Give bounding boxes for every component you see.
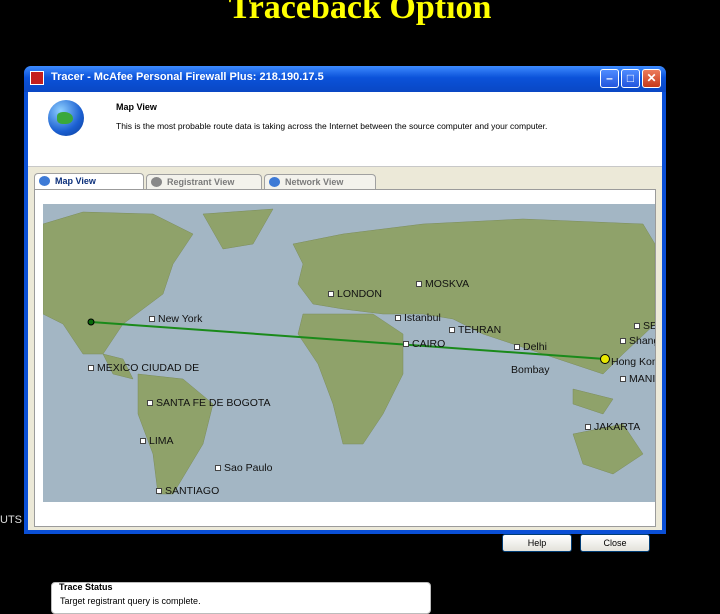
tab-registrant-view[interactable]: Registrant View (146, 174, 262, 189)
tab-label: Registrant View (167, 177, 235, 187)
city-label: SANTIAGO (156, 485, 219, 497)
view-header: Map View This is the most probable route… (28, 92, 662, 167)
help-button[interactable]: Help (502, 534, 572, 552)
world-map[interactable]: LONDON MOSKVA New York Istanbul TEHRAN S… (43, 204, 655, 502)
city-label: Hong Kon (611, 356, 655, 368)
header-description: This is the most probable route data is … (116, 121, 548, 131)
window-client: Map View This is the most probable route… (28, 92, 662, 614)
close-button[interactable]: Close (580, 534, 650, 552)
app-icon (30, 71, 44, 85)
city-label: SE (634, 320, 655, 332)
minimize-icon[interactable]: – (600, 69, 619, 88)
window-title: Tracer - McAfee Personal Firewall Plus: … (51, 71, 324, 83)
city-label: New York (149, 313, 202, 325)
network-view-tab-icon (269, 177, 280, 187)
trace-status-title: Trace Status (59, 582, 113, 592)
city-label: Shang (620, 335, 655, 347)
header-title: Map View (116, 102, 157, 112)
slide-title: Traceback Option (228, 0, 492, 26)
city-label: CAIRO (403, 338, 445, 350)
map-view-tab-icon (39, 176, 50, 186)
globe-icon (48, 100, 84, 136)
tab-map-view[interactable]: Map View (34, 173, 144, 190)
side-text: UTS (0, 514, 22, 526)
city-label: Sao Paulo (215, 462, 272, 474)
map-panel: LONDON MOSKVA New York Istanbul TEHRAN S… (34, 189, 656, 614)
tab-network-view[interactable]: Network View (264, 174, 376, 189)
tab-bar: Map View Registrant View Network View (34, 173, 654, 190)
city-label: Delhi (514, 341, 547, 353)
city-label: LONDON (328, 288, 382, 300)
city-label: Bombay (511, 364, 550, 376)
tab-label: Map View (55, 176, 96, 186)
route-end-point[interactable] (600, 354, 610, 364)
city-label: TEHRAN (449, 324, 501, 336)
close-icon[interactable]: ✕ (642, 69, 661, 88)
title-bar[interactable]: Tracer - McAfee Personal Firewall Plus: … (24, 66, 666, 92)
route-start-point[interactable] (87, 318, 95, 326)
maximize-icon[interactable]: □ (621, 69, 640, 88)
registrant-view-tab-icon (151, 177, 162, 187)
city-label: LIMA (140, 435, 174, 447)
trace-status-message: Target registrant query is complete. (60, 596, 201, 606)
route-layer (87, 318, 610, 364)
city-label: Istanbul (395, 312, 441, 324)
city-label: MEXICO CIUDAD DE (88, 362, 199, 374)
city-label: JAKARTA (585, 421, 640, 433)
tab-label: Network View (285, 177, 344, 187)
city-label: MOSKVA (416, 278, 469, 290)
city-label: MANI (620, 373, 655, 385)
tracer-window: Tracer - McAfee Personal Firewall Plus: … (24, 66, 666, 614)
trace-status-box: Trace Status Target registrant query is … (51, 582, 431, 614)
city-label: SANTA FE DE BOGOTA (147, 397, 271, 409)
